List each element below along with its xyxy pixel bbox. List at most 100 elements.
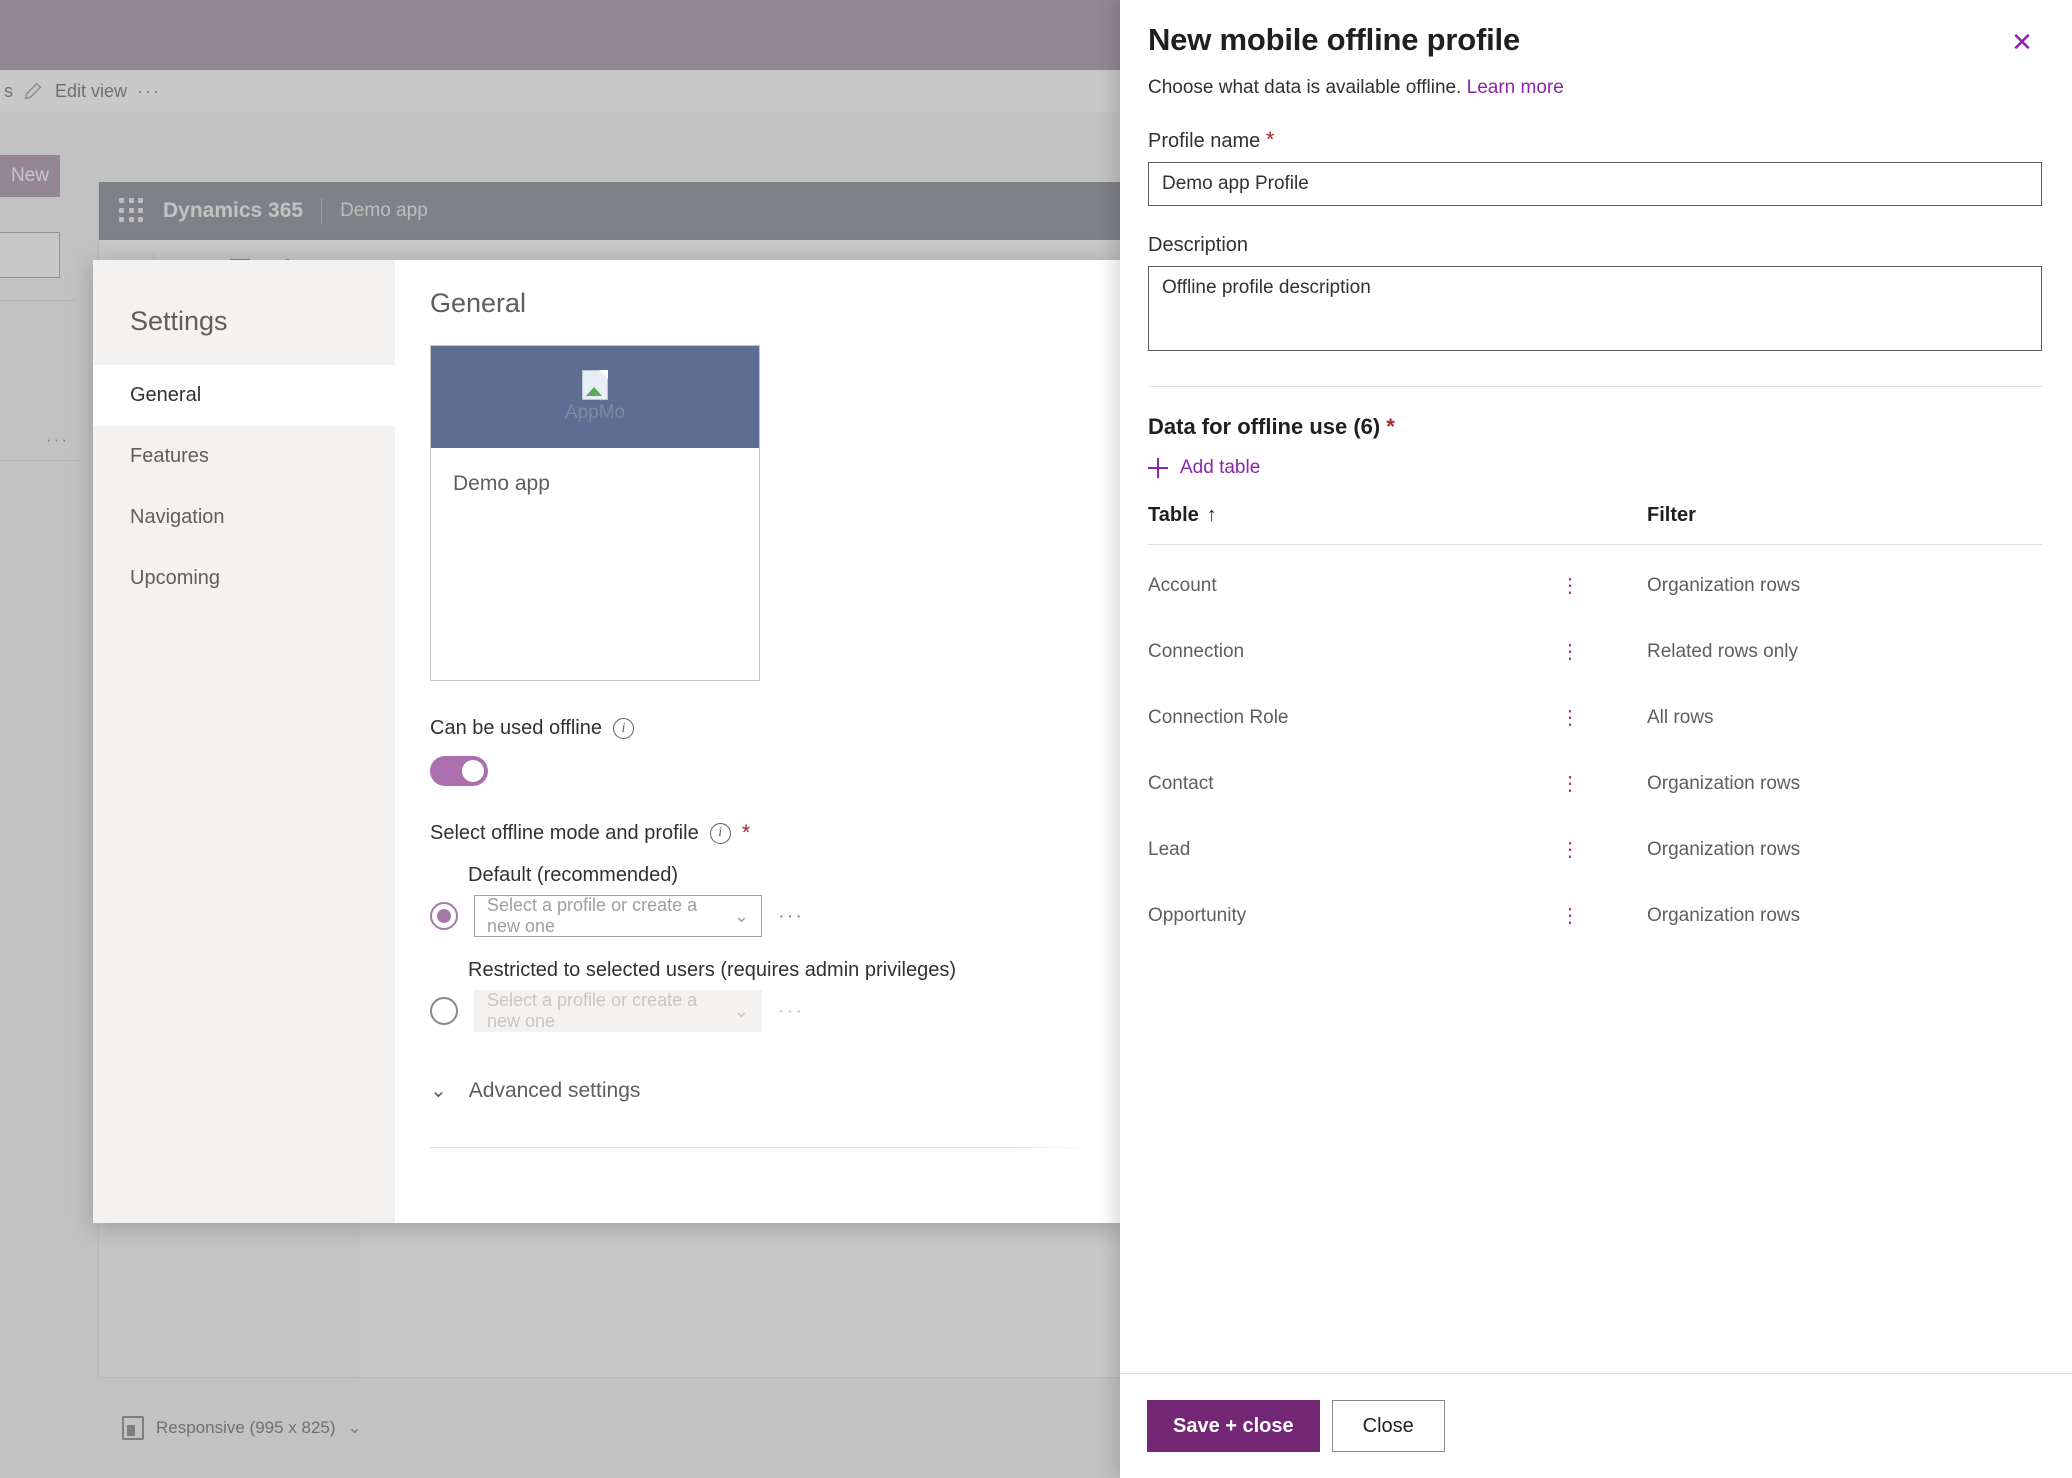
filter-cell: Related rows only (1647, 641, 1799, 662)
required-asterisk: * (1265, 127, 1275, 152)
background-divider (0, 300, 75, 301)
data-section-heading-row: Data for offline use (6) * (1148, 414, 2042, 440)
sidebar-item-upcoming[interactable]: Upcoming (93, 548, 395, 609)
restricted-profile-placeholder: Select a profile or create a new one (487, 990, 698, 1031)
table-row[interactable]: Opportunity ⋮ Organization rows (1148, 891, 2042, 941)
radio-default-mode[interactable] (430, 902, 458, 930)
row-menu-icon[interactable]: ⋮ (1548, 708, 1592, 728)
background-status-bar: Responsive (995 x 825) ⌄ (98, 1377, 1122, 1478)
background-row-divider (0, 460, 80, 461)
description-textarea[interactable]: Offline profile description (1148, 266, 2042, 351)
filter-cell: Organization rows (1647, 575, 1801, 596)
background-search-box[interactable] (0, 232, 60, 278)
add-table-label: Add table (1180, 457, 1261, 478)
row-overflow-button[interactable]: ··· (46, 430, 69, 450)
chevron-down-icon: ⌄ (733, 905, 749, 926)
edit-view-button[interactable]: Edit view (55, 81, 127, 102)
table-name-cell: Opportunity (1148, 905, 1247, 926)
app-card-image-area: AppMo (431, 346, 759, 448)
table-row[interactable]: Connection Role ⋮ All rows (1148, 693, 2042, 743)
app-card-title: Demo app (453, 472, 550, 495)
advanced-settings-label: Advanced settings (468, 1078, 641, 1102)
panel-content: New mobile offline profile ✕ Choose what… (1120, 0, 2072, 1373)
restricted-profile-overflow-button: ··· (778, 999, 804, 1022)
required-asterisk: * (1386, 414, 1395, 439)
sidebar-item-general[interactable]: General (93, 365, 395, 426)
filter-cell: All rows (1647, 707, 1714, 728)
table-name-cell: Account (1148, 575, 1217, 596)
info-icon[interactable]: i (709, 822, 731, 844)
save-and-close-button[interactable]: Save + close (1147, 1400, 1320, 1452)
column-header-table-label: Table (1148, 504, 1199, 526)
settings-dialog-title: Settings (130, 306, 228, 336)
row-menu-icon[interactable]: ⋮ (1548, 840, 1592, 860)
chevron-down-icon[interactable]: ⌄ (348, 1418, 362, 1438)
pencil-icon (25, 82, 42, 100)
panel-divider (1148, 386, 2042, 387)
row-menu-icon[interactable]: ⋮ (1548, 906, 1592, 926)
default-profile-overflow-button[interactable]: ··· (778, 905, 804, 928)
row-menu-icon[interactable]: ⋮ (1548, 576, 1592, 596)
table-row[interactable]: Contact ⋮ Organization rows (1148, 759, 2042, 809)
chevron-down-icon: ⌄ (430, 1080, 447, 1102)
app-preview-card[interactable]: AppMo Demo app (430, 345, 760, 681)
close-icon[interactable]: ✕ (2002, 22, 2042, 62)
sort-ascending-icon: ↑ (1206, 504, 1217, 526)
default-profile-placeholder: Select a profile or create a new one (487, 895, 698, 936)
advanced-settings-toggle[interactable]: ⌄ Advanced settings (430, 1078, 1123, 1103)
filter-cell: Organization rows (1647, 839, 1801, 860)
radio-restricted-mode[interactable] (430, 997, 458, 1025)
offline-toggle-label-row: Can be used offline i (430, 717, 1123, 740)
close-button[interactable]: Close (1331, 1400, 1445, 1452)
data-section-heading: Data for offline use (6) (1148, 414, 1381, 439)
panel-subtitle-text: Choose what data is available offline. (1148, 77, 1462, 98)
profile-name-label: Profile name (1148, 130, 1261, 152)
table-row[interactable]: Lead ⋮ Organization rows (1148, 825, 2042, 875)
product-title: Dynamics 365 (163, 199, 304, 222)
required-asterisk: * (741, 820, 751, 845)
row-menu-icon[interactable]: ⋮ (1548, 642, 1592, 662)
restricted-profile-combobox: Select a profile or create a new one ⌄ (474, 990, 762, 1032)
panel-subtitle: Choose what data is available offline. L… (1148, 77, 2042, 99)
sidebar-item-features[interactable]: Features (93, 426, 395, 487)
can-be-used-offline-toggle[interactable] (430, 756, 488, 786)
settings-body-divider (430, 1147, 1123, 1148)
background-command-bar: s Edit view ··· (0, 70, 1122, 112)
table-name-cell: Connection (1148, 641, 1245, 662)
learn-more-link[interactable]: Learn more (1467, 77, 1564, 98)
column-header-table[interactable]: Table ↑ (1148, 504, 1592, 527)
dynamics-header: Dynamics 365 Demo app (99, 182, 1122, 240)
info-icon[interactable]: i (612, 718, 634, 739)
bg-partial-label: s (4, 80, 13, 101)
profile-name-input[interactable] (1148, 162, 2042, 206)
table-name-cell: Contact (1148, 773, 1214, 794)
image-alt-text: AppMo (564, 402, 626, 423)
description-label: Description (1148, 234, 1249, 256)
table-name-cell: Lead (1148, 839, 1191, 860)
responsive-size-label[interactable]: Responsive (995 x 825) (156, 1418, 336, 1438)
chevron-down-icon: ⌄ (733, 1000, 749, 1021)
offline-mode-label: Select offline mode and profile (430, 821, 699, 844)
filter-cell: Organization rows (1647, 773, 1801, 794)
new-record-button[interactable]: New (0, 155, 60, 197)
command-overflow-button[interactable]: ··· (137, 81, 161, 102)
toggle-knob (462, 760, 484, 782)
restricted-option-label: Restricted to selected users (requires a… (468, 959, 956, 981)
column-header-filter[interactable]: Filter (1592, 504, 2042, 527)
broken-image-icon (582, 370, 608, 400)
device-preview-icon (122, 1416, 144, 1440)
table-row[interactable]: Connection ⋮ Related rows only (1148, 627, 2042, 677)
row-menu-icon[interactable]: ⋮ (1548, 774, 1592, 794)
plus-icon (1148, 458, 1168, 478)
header-separator (321, 198, 323, 224)
add-table-button[interactable]: Add table (1148, 457, 2042, 479)
waffle-icon[interactable] (119, 198, 145, 224)
default-profile-combobox[interactable]: Select a profile or create a new one ⌄ (474, 895, 762, 937)
profile-name-label-row: Profile name * (1148, 127, 2042, 153)
sidebar-item-navigation[interactable]: Navigation (93, 487, 395, 548)
general-heading: General (430, 288, 527, 318)
table-row[interactable]: Account ⋮ Organization rows (1148, 561, 2042, 611)
filter-cell: Organization rows (1647, 905, 1801, 926)
default-option-label: Default (recommended) (468, 864, 679, 886)
background-top-bar (0, 0, 1122, 70)
